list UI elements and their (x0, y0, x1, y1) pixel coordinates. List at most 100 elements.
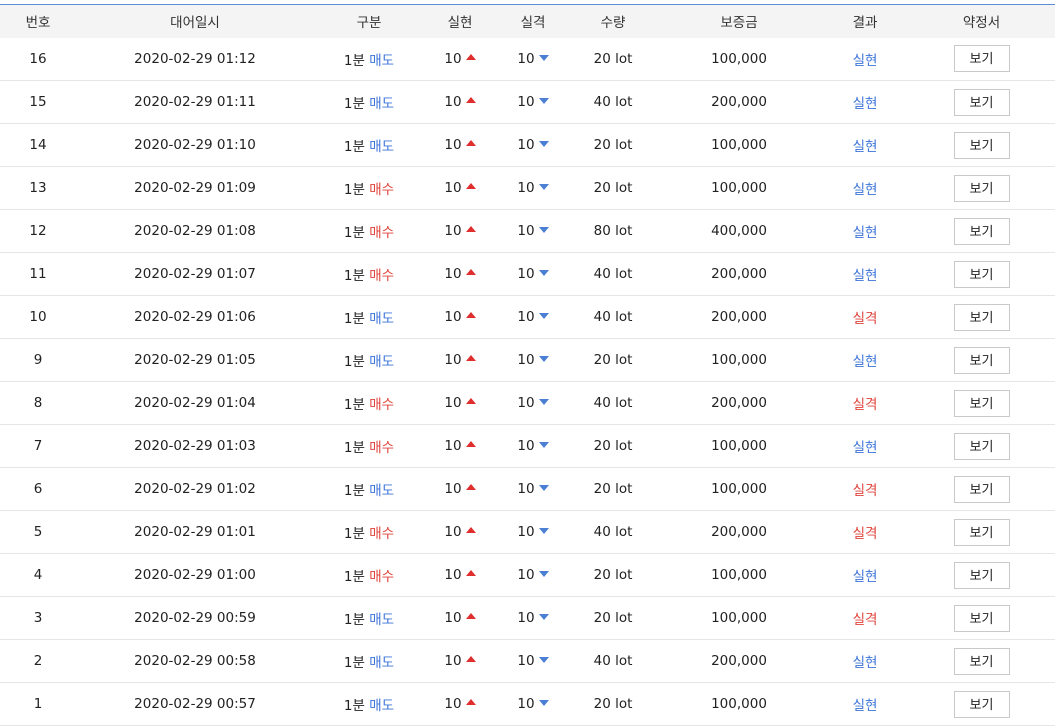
cell-result: 실현 (822, 253, 908, 296)
view-contract-button[interactable]: 보기 (953, 346, 1010, 374)
view-contract-button[interactable]: 보기 (953, 131, 1010, 159)
cell-failed: 10 (496, 511, 570, 554)
trade-history-table: 번호 대어일시 구분 실현 실격 수량 보증금 결과 약정서 16 2020-02… (0, 4, 1055, 726)
cell-failed: 10 (496, 210, 570, 253)
caret-down-icon (538, 184, 549, 190)
cell-deposit: 100,000 (711, 180, 767, 196)
cell-contract: 보기 (908, 597, 1055, 640)
cell-result: 실격 (822, 468, 908, 511)
cell-contract: 보기 (908, 339, 1055, 382)
view-contract-button[interactable]: 보기 (953, 604, 1010, 632)
cell-number: 7 (33, 438, 43, 454)
view-contract-button[interactable]: 보기 (953, 690, 1010, 718)
cell-deposit: 100,000 (711, 567, 767, 583)
caret-down-icon (538, 614, 549, 620)
header-failed: 실격 (520, 15, 546, 32)
cell-contract: 보기 (908, 511, 1055, 554)
cell-contract: 보기 (908, 124, 1055, 167)
cell-deposit: 100,000 (711, 438, 767, 454)
trade-direction-label: 매수 (369, 268, 395, 284)
result-label: 실격 (852, 526, 878, 542)
cell-failed: 10 (496, 640, 570, 683)
cell-deposit: 200,000 (711, 395, 767, 411)
realized-value: 10 (444, 223, 462, 239)
failed-value: 10 (517, 266, 535, 282)
view-contract-button[interactable]: 보기 (953, 88, 1010, 116)
cell-quantity: 20 lot (593, 481, 633, 497)
cell-contract: 보기 (908, 640, 1055, 683)
cell-quantity: 20 lot (593, 567, 633, 583)
result-label: 실격 (852, 483, 878, 499)
realized-value: 10 (444, 266, 462, 282)
view-contract-button[interactable]: 보기 (953, 475, 1010, 503)
caret-up-icon (465, 656, 476, 662)
cell-datetime: 2020-02-29 01:06 (134, 309, 256, 325)
realized-value: 10 (444, 352, 462, 368)
cell-contract: 보기 (908, 425, 1055, 468)
caret-down-icon (538, 54, 549, 61)
table-row: 15 2020-02-29 01:11 1분 매도 10 10 40 lot 200,000… (0, 81, 1055, 124)
view-contract-button[interactable]: 보기 (953, 647, 1010, 675)
view-contract-button[interactable]: 보기 (953, 518, 1010, 546)
view-contract-button[interactable]: 보기 (953, 174, 1010, 202)
view-contract-button[interactable]: 보기 (953, 561, 1010, 589)
period-label: 1분 (343, 354, 365, 370)
cell-deposit: 200,000 (711, 266, 767, 282)
cell-deposit: 200,000 (711, 653, 767, 669)
caret-down-icon (538, 98, 549, 104)
cell-datetime: 2020-02-29 01:01 (134, 524, 256, 540)
header-result: 결과 (852, 15, 878, 32)
cell-contract: 보기 (908, 683, 1055, 726)
cell-number: 2 (33, 653, 43, 669)
view-contract-button[interactable]: 보기 (953, 260, 1010, 288)
result-label: 실현 (852, 440, 878, 456)
header-type: 구분 (356, 15, 382, 32)
cell-number: 6 (33, 481, 43, 497)
cell-failed: 10 (496, 382, 570, 425)
caret-down-icon (538, 356, 549, 362)
result-label: 실격 (852, 311, 878, 327)
caret-down-icon (538, 399, 549, 405)
failed-value: 10 (517, 180, 535, 196)
cell-result: 실현 (822, 38, 908, 81)
view-contract-button[interactable]: 보기 (953, 389, 1010, 417)
cell-datetime: 2020-02-29 00:59 (134, 610, 256, 626)
cell-number: 8 (33, 395, 43, 411)
view-contract-button[interactable]: 보기 (953, 45, 1010, 73)
failed-value: 10 (517, 481, 535, 497)
cell-realized: 10 (424, 38, 496, 81)
cell-number: 3 (33, 610, 43, 626)
cell-deposit: 100,000 (711, 352, 767, 368)
realized-value: 10 (444, 137, 462, 153)
caret-up-icon (465, 527, 476, 533)
cell-contract: 보기 (908, 81, 1055, 124)
header-quantity: 수량 (600, 15, 626, 32)
caret-up-icon (465, 97, 476, 103)
cell-datetime: 2020-02-29 00:57 (134, 696, 256, 712)
failed-value: 10 (517, 610, 535, 626)
cell-number: 10 (29, 309, 47, 325)
caret-up-icon (465, 355, 476, 361)
trade-direction-label: 매수 (369, 569, 395, 585)
cell-datetime: 2020-02-29 00:58 (134, 653, 256, 669)
cell-contract: 보기 (908, 296, 1055, 339)
caret-up-icon (465, 398, 476, 404)
trade-history-table-container: 번호 대어일시 구분 실현 실격 수량 보증금 결과 약정서 16 2020-02… (0, 4, 1055, 726)
failed-value: 10 (517, 309, 535, 325)
cell-failed: 10 (496, 554, 570, 597)
view-contract-button[interactable]: 보기 (953, 432, 1010, 460)
caret-down-icon (538, 442, 549, 448)
cell-result: 실격 (822, 597, 908, 640)
cell-contract: 보기 (908, 554, 1055, 597)
table-header-row: 번호 대어일시 구분 실현 실격 수량 보증금 결과 약정서 (0, 4, 1055, 38)
period-label: 1분 (343, 483, 365, 499)
cell-deposit: 100,000 (711, 610, 767, 626)
view-contract-button[interactable]: 보기 (953, 303, 1010, 331)
table-row: 14 2020-02-29 01:10 1분 매도 10 10 20 lot 100,000… (0, 124, 1055, 167)
table-row: 8 2020-02-29 01:04 1분 매수 10 10 40 lot 200,000 실… (0, 382, 1055, 425)
realized-value: 10 (444, 438, 462, 454)
view-contract-button[interactable]: 보기 (953, 217, 1010, 245)
cell-failed: 10 (496, 597, 570, 640)
caret-up-icon (465, 484, 476, 490)
trade-direction-label: 매수 (369, 440, 395, 456)
